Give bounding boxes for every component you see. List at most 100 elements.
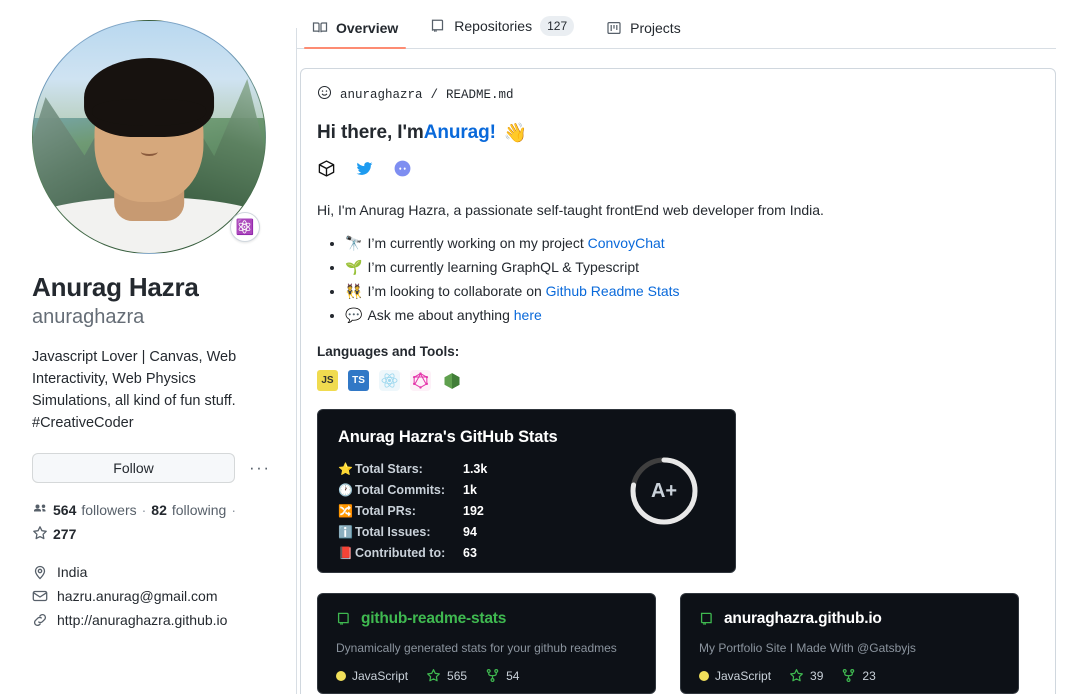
avatar-smile: [140, 147, 158, 157]
profile-bio: Javascript Lover | Canvas, Web Interacti…: [32, 348, 237, 431]
more-options-button[interactable]: ···: [245, 457, 274, 478]
tab-overview-label: Overview: [336, 20, 399, 36]
avatar-container: ⚛️: [32, 20, 266, 254]
profile-fullname: Anurag Hazra: [32, 272, 199, 302]
bullet-link[interactable]: here: [514, 307, 542, 323]
repo-icon: [336, 611, 352, 627]
twitter-icon[interactable]: [355, 159, 374, 178]
repo-name[interactable]: github-readme-stats: [361, 610, 506, 628]
bullet-text: I’m currently working on my project: [367, 235, 588, 251]
repo-icon: [430, 18, 446, 34]
fork-icon: [485, 668, 500, 683]
stats-card-title: Anurag Hazra's GitHub Stats: [338, 428, 558, 446]
followers-count: 564: [53, 502, 77, 518]
detail-email[interactable]: hazru.anurag@gmail.com: [32, 588, 280, 604]
heading-link[interactable]: Anurag!: [424, 122, 496, 144]
profile-tabs: Overview Repositories 127 Projects: [296, 0, 1056, 49]
stat-value: 192: [463, 504, 484, 518]
readme-card: anuraghazra / README.md Hi there, I'm An…: [300, 68, 1056, 694]
bullet-text: I’m looking to collaborate on: [367, 283, 546, 299]
javascript-icon[interactable]: JS: [317, 370, 338, 391]
repo-language: JavaScript: [336, 669, 408, 683]
typescript-icon[interactable]: TS: [348, 370, 369, 391]
tab-repositories[interactable]: Repositories 127: [414, 16, 590, 48]
forks-count: 23: [862, 668, 876, 683]
stat-label: Contributed to:: [355, 546, 446, 560]
tab-projects-label: Projects: [630, 20, 681, 36]
status-emoji-badge[interactable]: ⚛️: [230, 212, 260, 242]
readme-bullet-list: 🔭I’m currently working on my project Con…: [317, 233, 1039, 326]
repo-meta: JavaScript 39 23: [699, 668, 1000, 683]
repo-card-github-readme-stats[interactable]: github-readme-stats Dynamically generate…: [317, 593, 656, 694]
projects-icon: [606, 20, 622, 36]
follow-button[interactable]: Follow: [32, 452, 235, 483]
telescope-emoji-icon: 🔭: [345, 235, 363, 251]
smiley-icon: [317, 85, 332, 104]
shuffle-emoji-icon: 🔀: [338, 504, 353, 518]
stars-link[interactable]: 277: [32, 525, 76, 544]
rank-circle: A+: [628, 455, 700, 527]
readme-separator: /: [430, 87, 439, 102]
tab-repositories-label: Repositories: [454, 18, 533, 34]
stat-total-issues: ℹ️ Total Issues: 94: [338, 525, 715, 539]
followers-link[interactable]: 564 followers: [53, 502, 137, 518]
language-color-dot: [336, 670, 346, 681]
heading-prefix: Hi there, I'm: [317, 122, 424, 143]
repo-language: JavaScript: [699, 669, 771, 683]
language-name: JavaScript: [715, 668, 772, 683]
stars-count: 39: [810, 668, 824, 683]
tab-projects[interactable]: Projects: [590, 20, 697, 48]
list-item: 👯I’m looking to collaborate on Github Re…: [345, 281, 1039, 302]
discord-icon[interactable]: [393, 159, 412, 178]
readme-filename[interactable]: README.md: [446, 88, 514, 102]
readme-owner[interactable]: anuraghazra: [340, 88, 423, 102]
stars-count: 277: [53, 526, 77, 542]
location-icon: [32, 564, 48, 580]
languages-tools-list: JS TS: [317, 370, 1039, 391]
email-text: hazru.anurag@gmail.com: [57, 587, 218, 604]
repo-description: Dynamically generated stats for your git…: [336, 641, 617, 655]
stat-value: 1.3k: [463, 462, 488, 476]
list-item: 💬Ask me about anything here: [345, 305, 1039, 326]
list-item: 🌱I’m currently learning GraphQL & Typesc…: [345, 257, 1039, 278]
book-emoji-icon: 📕: [338, 546, 353, 560]
website-text: http://anuraghazra.github.io: [57, 611, 228, 628]
repo-forks[interactable]: 54: [485, 668, 519, 683]
rank-label: A+: [650, 479, 678, 502]
repo-stars[interactable]: 565: [426, 668, 467, 683]
counts-separator-1: ·: [141, 502, 147, 518]
repo-header: anuraghazra.github.io: [699, 610, 1000, 628]
following-label: following: [171, 502, 227, 518]
link-icon: [32, 612, 48, 628]
nodejs-icon[interactable]: [441, 370, 462, 391]
repo-name[interactable]: anuraghazra.github.io: [724, 610, 882, 628]
repo-card-anuraghazra-github-io[interactable]: anuraghazra.github.io My Portfolio Site …: [680, 593, 1019, 694]
repo-stars[interactable]: 39: [789, 668, 823, 683]
repo-description: My Portfolio Site I Made With @Gatsbyjs: [699, 641, 916, 655]
profile-details: India hazru.anurag@gmail.com http://anur…: [32, 564, 280, 628]
stat-value: 94: [463, 525, 477, 539]
stat-value: 1k: [463, 483, 477, 497]
repo-meta: JavaScript 565 54: [336, 668, 637, 683]
graphql-icon[interactable]: [410, 370, 431, 391]
following-link[interactable]: 82 following: [151, 502, 226, 518]
codesandbox-icon[interactable]: [317, 159, 336, 178]
avatar-hair: [84, 58, 214, 137]
readme-heading: Hi there, I'm Anurag! 👋: [317, 121, 1039, 145]
star-icon: [426, 668, 441, 683]
bullet-link[interactable]: ConvoyChat: [588, 235, 665, 251]
forks-count: 54: [506, 668, 520, 683]
people-icon: [32, 501, 48, 520]
location-text: India: [57, 563, 88, 580]
react-icon[interactable]: [379, 370, 400, 391]
bullet-link[interactable]: Github Readme Stats: [546, 283, 680, 299]
profile-counts: 564 followers · 82 following · 277: [32, 501, 280, 544]
info-emoji-icon: ℹ️: [338, 525, 353, 539]
tab-overview[interactable]: Overview: [296, 20, 414, 49]
stat-label: Total Commits:: [355, 483, 446, 497]
detail-website[interactable]: http://anuraghazra.github.io: [32, 612, 280, 628]
repo-forks[interactable]: 23: [841, 668, 876, 683]
profile-sidebar: ⚛️ Anurag Hazra anuraghazra Javascript L…: [0, 0, 296, 694]
list-item: 🔭I’m currently working on my project Con…: [345, 233, 1039, 254]
counts-separator-2: ·: [231, 502, 237, 518]
